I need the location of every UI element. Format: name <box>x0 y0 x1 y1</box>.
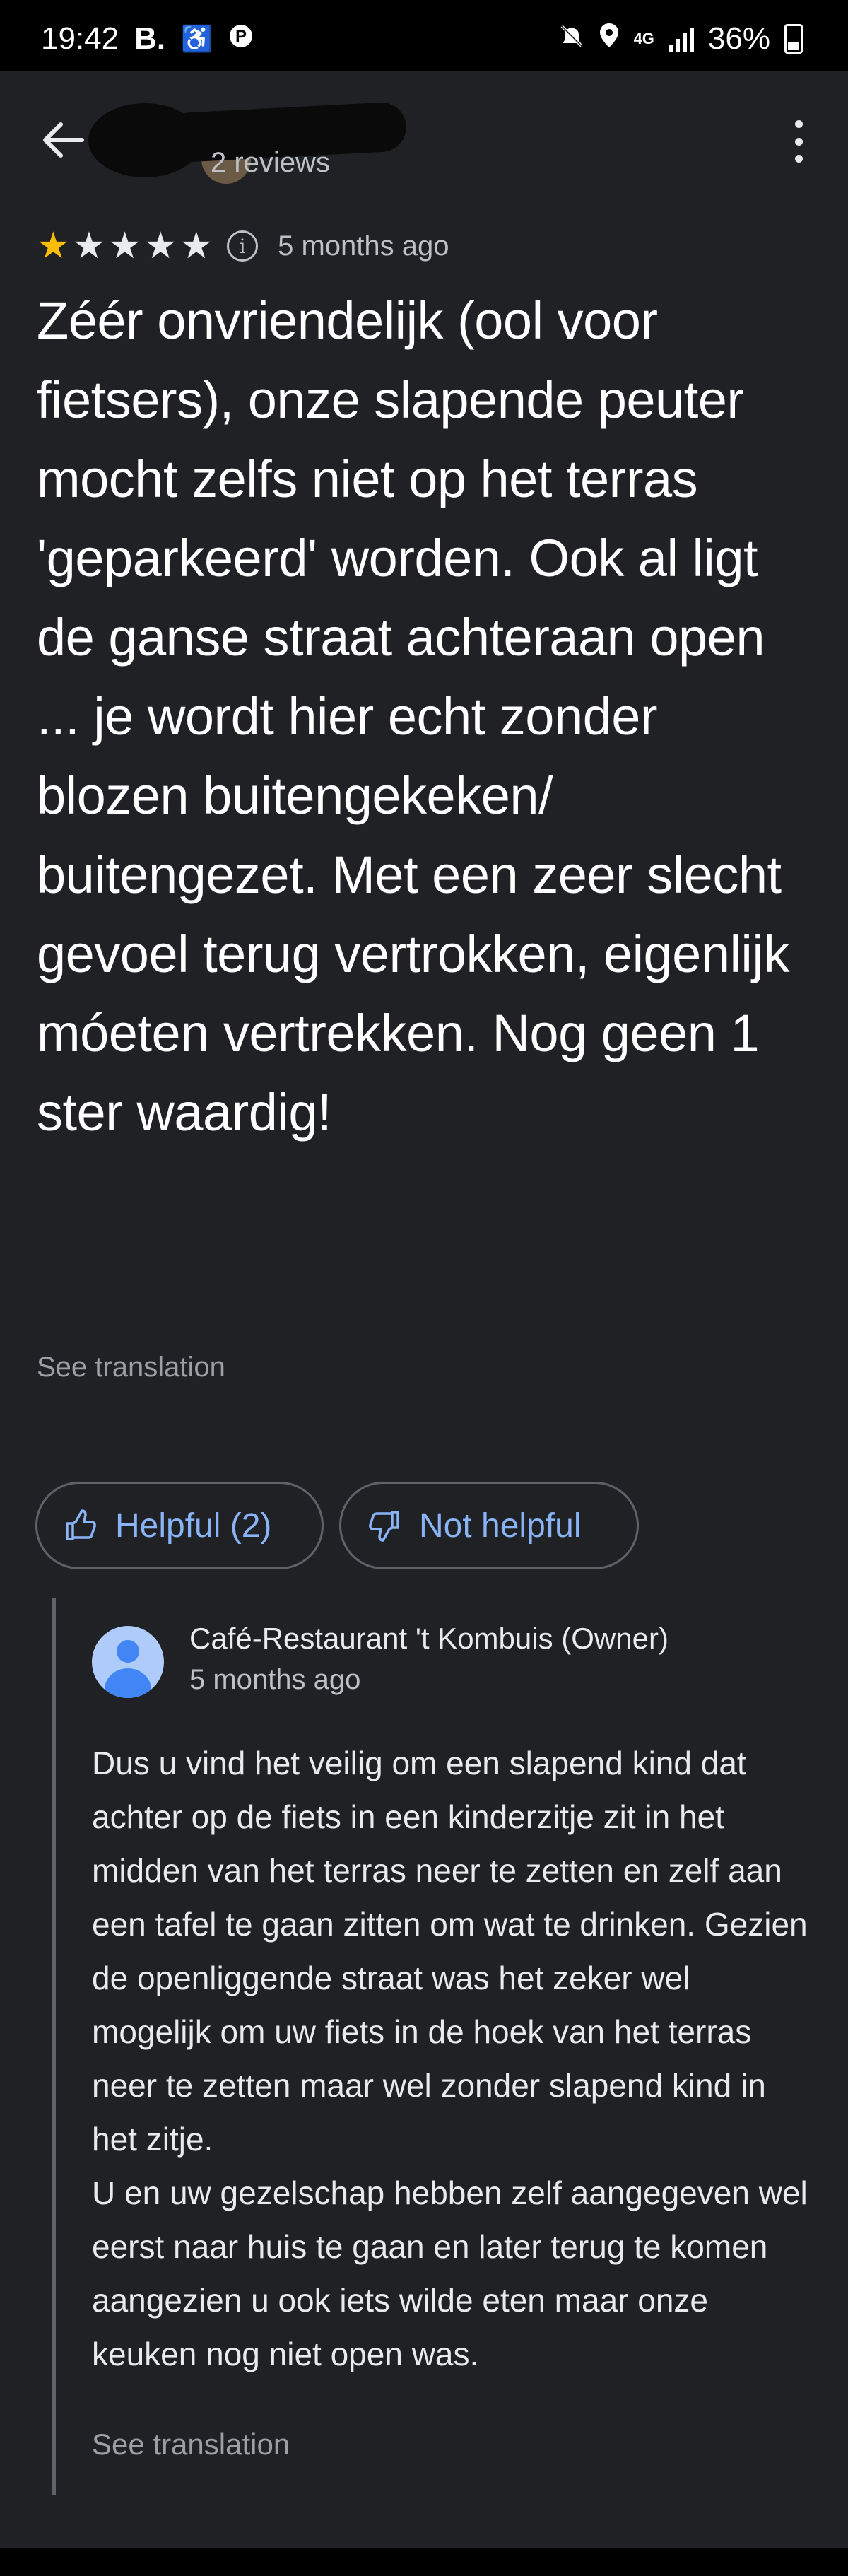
arrow-back-icon <box>43 122 84 158</box>
app-bar: 2 reviews <box>0 71 848 209</box>
star-icon-empty: ★ <box>72 226 106 267</box>
star-icon-empty: ★ <box>179 226 213 267</box>
owner-reply-text: Dus u vind het veilig om een slapend kin… <box>92 1736 813 2381</box>
not-helpful-label: Not helpful <box>419 1506 582 1545</box>
accessibility-icon: ♿ <box>181 24 213 53</box>
svg-text:P: P <box>235 27 247 46</box>
more-options-button[interactable] <box>790 120 807 163</box>
battery-icon <box>784 24 803 54</box>
thumb-down-icon <box>369 1511 399 1542</box>
helpful-label: Helpful (2) <box>115 1506 272 1545</box>
owner-reply-paragraph: Dus u vind het veilig om een slapend kin… <box>92 1745 808 2158</box>
location-icon <box>599 21 620 57</box>
star-icon-empty: ★ <box>108 226 141 267</box>
back-button[interactable] <box>37 112 93 168</box>
status-bar: 19:42 B. ♿ P 4G 36% <box>0 0 848 71</box>
star-icon-empty: ★ <box>143 226 177 267</box>
review-time: 5 months ago <box>278 230 449 262</box>
mute-icon <box>559 21 584 57</box>
thumb-up-icon <box>66 1509 96 1540</box>
owner-see-translation-link[interactable]: See translation <box>92 2428 290 2461</box>
owner-name[interactable]: Café-Restaurant 't Kombuis (Owner) <box>189 1622 669 1656</box>
owner-reply-paragraph: U en uw gezelschap hebben zelf aangegeve… <box>92 2174 808 2372</box>
pinterest-icon: P <box>228 21 254 57</box>
reply-divider <box>52 1598 56 2495</box>
4g-icon: 4G <box>633 30 654 47</box>
clock: 19:42 <box>41 21 119 56</box>
helpful-button[interactable]: Helpful (2) <box>35 1482 324 1569</box>
rating-row: ★ ★ ★ ★ ★ i 5 months ago <box>37 226 449 266</box>
owner-reply: Café-Restaurant 't Kombuis (Owner) 5 mon… <box>52 1598 815 2495</box>
owner-reply-time: 5 months ago <box>189 1664 361 1695</box>
see-translation-link[interactable]: See translation <box>37 1352 225 1383</box>
reviewer-review-count[interactable]: 2 reviews <box>211 147 330 179</box>
not-helpful-button[interactable]: Not helpful <box>339 1482 639 1569</box>
star-rating: ★ ★ ★ ★ ★ <box>37 228 213 264</box>
owner-avatar[interactable] <box>92 1626 164 1698</box>
signal-icon <box>668 26 694 52</box>
info-icon[interactable]: i <box>227 230 259 262</box>
star-icon-filled: ★ <box>37 226 70 267</box>
review-text: Zéér onvriendelijk (ool voor fietsers), … <box>37 291 789 1142</box>
navigation-bar <box>0 2548 848 2576</box>
notification-b-icon: B. <box>134 21 166 56</box>
battery-level: 36% <box>707 21 770 56</box>
